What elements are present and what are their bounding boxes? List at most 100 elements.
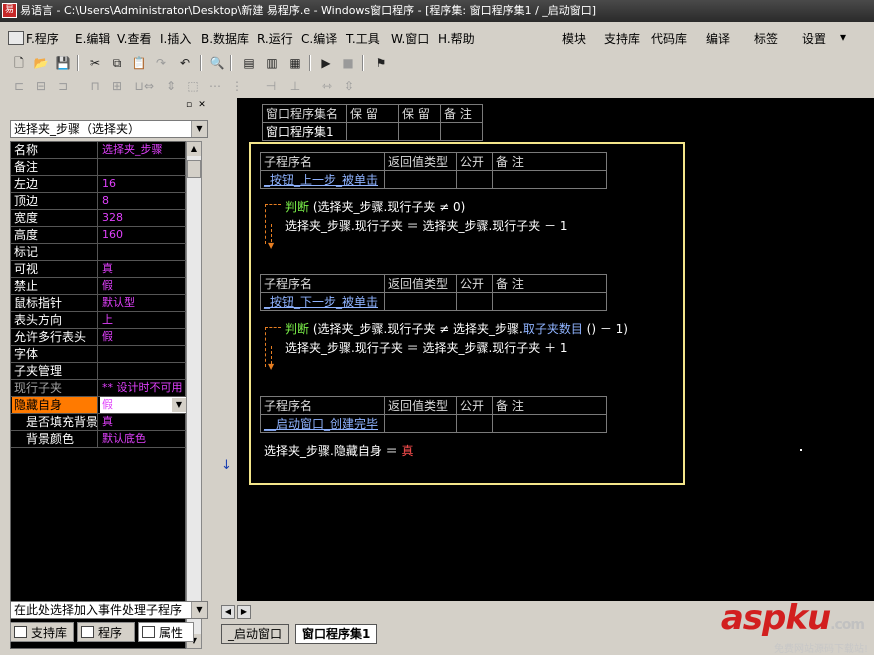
property-row[interactable]: 高度 160 (11, 227, 187, 244)
menu-help[interactable]: H.帮助 (438, 30, 475, 47)
standard-toolbar: 🗋 📂 💾 ✂ ⧉ 📋 ↷ ↶ 🔍 ▤ ▥ ▦ ▶ ■ ⚑ (0, 52, 874, 74)
menu-tools[interactable]: T.工具 (346, 30, 380, 47)
save-icon[interactable]: 💾 (54, 54, 72, 72)
property-row[interactable]: 备注 (11, 159, 187, 176)
title-bar: 易 易语言 - C:\Users\Administrator\Desktop\新… (0, 0, 874, 22)
center-h-icon[interactable]: ⊣ (262, 77, 280, 95)
menu-modules[interactable]: 模块 (562, 30, 586, 47)
menu-insert[interactable]: I.插入 (160, 30, 191, 47)
align-center-icon[interactable]: ⊟ (32, 77, 50, 95)
menu-settings[interactable]: 设置 (802, 30, 826, 47)
menu-view[interactable]: V.查看 (117, 30, 151, 47)
layout-split-icon[interactable]: ▥ (263, 54, 281, 72)
event-selector[interactable]: 在此处选择加入事件处理子程序 ▼ (10, 601, 208, 619)
undo-icon[interactable]: ↶ (176, 54, 194, 72)
object-selector[interactable]: 选择夹_步骤（选择夹） ▼ (10, 120, 208, 138)
assembly-name[interactable]: 窗口程序集1 (262, 122, 347, 141)
property-row[interactable]: 背景颜色 默认底色 (11, 431, 187, 448)
align-right-icon[interactable]: ⊐ (54, 77, 72, 95)
v-space-icon[interactable]: ⋮ (228, 77, 246, 95)
program-icon (8, 31, 24, 45)
align-top-icon[interactable]: ⊓ (86, 77, 104, 95)
cut-icon[interactable]: ✂ (86, 54, 104, 72)
panel-header: ▫ ✕ (6, 100, 209, 112)
property-row[interactable]: 标记 (11, 244, 187, 261)
debug-icon[interactable]: ⚑ (372, 54, 390, 72)
menu-edit[interactable]: E.编辑 (75, 30, 110, 47)
property-row[interactable]: 字体 (11, 346, 187, 363)
layout-top-icon[interactable]: ▤ (240, 54, 258, 72)
new-file-icon[interactable]: 🗋 (10, 54, 28, 72)
property-row[interactable]: 顶边 8 (11, 193, 187, 210)
chevron-down-icon[interactable]: ▼ (191, 602, 207, 618)
library-icon (14, 626, 27, 638)
scroll-left-icon[interactable]: ◀ (221, 605, 235, 619)
toolbar-separator (362, 55, 364, 71)
center-form-h-icon[interactable]: ⇿ (318, 77, 336, 95)
property-row[interactable]: 名称 选择夹_步骤 (11, 142, 187, 159)
property-row[interactable]: 允许多行表头假 (11, 329, 187, 346)
same-width-icon[interactable]: ⇔ (140, 77, 158, 95)
watermark-logo: aspku.com (720, 598, 865, 638)
menu-run[interactable]: R.运行 (257, 30, 293, 47)
editor-gutter: ↓ (217, 98, 237, 601)
app-icon: 易 (2, 3, 17, 18)
menu-bar: F.程序 E.编辑 V.查看 I.插入 B.数据库 R.运行 C.编译 T.工具… (0, 26, 874, 50)
chevron-down-icon[interactable]: ▾ (840, 30, 846, 44)
run-icon[interactable]: ▶ (317, 54, 335, 72)
align-middle-icon[interactable]: ⊞ (108, 77, 126, 95)
chevron-down-icon[interactable]: ▼ (172, 398, 186, 412)
property-scrollbar[interactable]: ▲ ▼ (186, 141, 202, 649)
menu-compile-right[interactable]: 编译 (706, 30, 730, 47)
menu-tags[interactable]: 标签 (754, 30, 778, 47)
find-icon[interactable]: 🔍 (208, 54, 226, 72)
toolbar-separator (200, 55, 202, 71)
cursor-dot (800, 449, 802, 451)
tab-window-assembly[interactable]: 窗口程序集1 (295, 624, 378, 644)
redo-icon[interactable]: ↷ (152, 54, 170, 72)
paste-icon[interactable]: 📋 (130, 54, 148, 72)
property-row[interactable]: 宽度 328 (11, 210, 187, 227)
align-toolbar: ⊏ ⊟ ⊐ ⊓ ⊞ ⊔ ⇔ ⇕ ⬚ ⋯ ⋮ ⊣ ⊥ ⇿ ⇳ (0, 75, 874, 97)
panel-restore-icon[interactable]: ▫ (184, 100, 194, 110)
tab-properties[interactable]: 属性 (138, 622, 194, 642)
close-icon[interactable]: ✕ (197, 100, 207, 110)
tab-startup-window[interactable]: _启动窗口 (221, 624, 290, 644)
arrow-down-icon: ↓ (221, 458, 232, 473)
property-row[interactable]: 表头方向上 (11, 312, 187, 329)
tab-support-lib[interactable]: 支持库 (10, 622, 74, 642)
property-row[interactable]: 是否填充背景真 (11, 414, 187, 431)
scroll-right-icon[interactable]: ▶ (237, 605, 251, 619)
chevron-down-icon[interactable]: ▼ (191, 121, 207, 137)
same-height-icon[interactable]: ⇕ (162, 77, 180, 95)
center-form-v-icon[interactable]: ⇳ (340, 77, 358, 95)
watermark-subtitle: 免费网站源码下载站! (773, 644, 868, 655)
center-v-icon[interactable]: ⊥ (286, 77, 304, 95)
property-row[interactable]: 鼠标指针 默认型 (11, 295, 187, 312)
h-space-icon[interactable]: ⋯ (206, 77, 224, 95)
menu-window[interactable]: W.窗口 (391, 30, 429, 47)
align-left-icon[interactable]: ⊏ (10, 77, 28, 95)
tab-program[interactable]: 程序 (77, 622, 135, 642)
same-size-icon[interactable]: ⬚ (184, 77, 202, 95)
window-title: 易语言 - C:\Users\Administrator\Desktop\新建 … (20, 4, 597, 17)
property-row[interactable]: 现行子夹 ** 设计时不可用 (11, 380, 187, 397)
property-row[interactable]: 左边 16 (11, 176, 187, 193)
menu-compile[interactable]: C.编译 (301, 30, 337, 47)
open-folder-icon[interactable]: 📂 (32, 54, 50, 72)
toolbar-separator (309, 55, 311, 71)
copy-icon[interactable]: ⧉ (108, 54, 126, 72)
stop-icon[interactable]: ■ (339, 54, 357, 72)
property-row[interactable]: 子夹管理 (11, 363, 187, 380)
scroll-thumb[interactable] (187, 160, 201, 178)
menu-program[interactable]: F.程序 (8, 30, 59, 47)
property-row[interactable]: 禁止假 (11, 278, 187, 295)
layout-grid-icon[interactable]: ▦ (286, 54, 304, 72)
menu-database[interactable]: B.数据库 (201, 30, 249, 47)
scroll-up-icon[interactable]: ▲ (187, 142, 201, 156)
property-row[interactable]: 可视真 (11, 261, 187, 278)
toolbar-separator (77, 55, 79, 71)
property-row-selected[interactable]: 隐藏自身假 ▼ (11, 397, 187, 414)
menu-support-lib[interactable]: 支持库 (604, 30, 640, 47)
menu-code-lib[interactable]: 代码库 (651, 30, 687, 47)
